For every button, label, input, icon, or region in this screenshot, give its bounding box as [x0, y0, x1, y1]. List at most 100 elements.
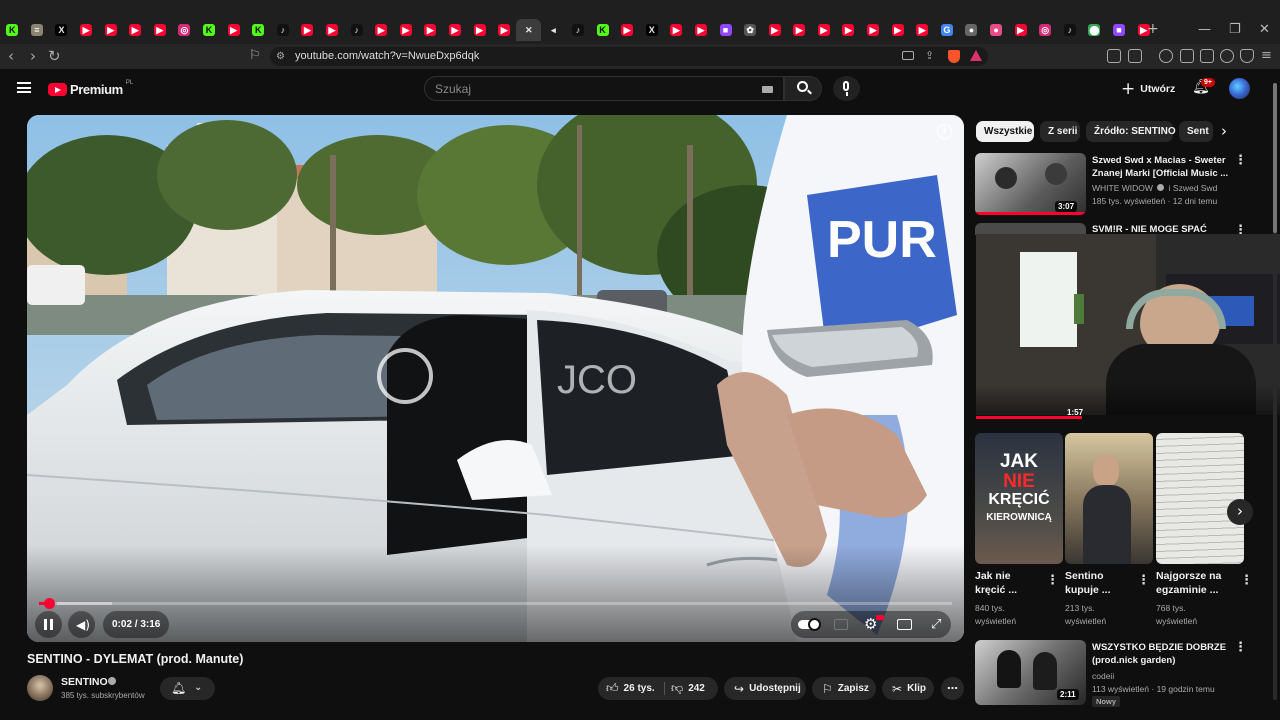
subscribe-bell-button[interactable]: 🔔︎ ⌄: [160, 677, 215, 700]
extensions-icon[interactable]: [1107, 49, 1121, 63]
related-video-2[interactable]: SVM!R - NIE MOGE SPAĆ ⋮ 1:57: [975, 223, 1280, 423]
share-button[interactable]: ↪ Udostępnij: [724, 677, 806, 700]
browser-tab[interactable]: ▶: [123, 19, 148, 41]
play-pause-button[interactable]: [35, 611, 62, 638]
channel-avatar[interactable]: [27, 675, 53, 701]
subtitles-icon[interactable]: [834, 619, 848, 630]
chip-sentino-truncated[interactable]: Sent: [1179, 121, 1213, 142]
maximize-icon[interactable]: ❐: [1229, 22, 1241, 37]
browser-tab[interactable]: K: [197, 19, 222, 41]
browser-tab[interactable]: ▶: [615, 19, 640, 41]
browser-tab[interactable]: K: [590, 19, 615, 41]
info-icon[interactable]: i: [937, 124, 952, 139]
short-item-2[interactable]: Sentino kupuje ... 213 tys. wyświetleń ⋮: [1065, 433, 1153, 629]
browser-tab[interactable]: ▶: [836, 19, 861, 41]
fullscreen-icon[interactable]: ⤢: [931, 617, 941, 632]
browser-tab[interactable]: ✿: [738, 19, 763, 41]
browser-tab[interactable]: ▶: [295, 19, 320, 41]
browser-tab[interactable]: ●: [984, 19, 1009, 41]
browser-tab[interactable]: ▶: [812, 19, 837, 41]
browser-tab[interactable]: ▶: [492, 19, 517, 41]
new-tab-button[interactable]: +: [1147, 21, 1159, 37]
brave-rewards-icon[interactable]: [970, 50, 982, 61]
browser-tab[interactable]: ♪: [1058, 19, 1083, 41]
more-options-icon[interactable]: ⋮: [1234, 641, 1247, 654]
search-button[interactable]: [784, 76, 822, 101]
browser-tab[interactable]: ▶: [762, 19, 787, 41]
short-item-1[interactable]: JAK NIE KRĘCIĆ KIEROWNICĄ Jak nie kręcić…: [975, 433, 1063, 629]
voice-search-button[interactable]: [833, 76, 860, 101]
more-options-icon[interactable]: ⋮: [1137, 574, 1150, 587]
browser-tab[interactable]: ▶: [443, 19, 468, 41]
search-input[interactable]: Szukaj: [424, 76, 784, 101]
browser-tab[interactable]: ●: [959, 19, 984, 41]
browser-tab[interactable]: ▶: [394, 19, 419, 41]
chips-next-icon[interactable]: ›: [1221, 122, 1227, 140]
browser-tab[interactable]: ▶: [861, 19, 886, 41]
browser-tab[interactable]: ⬤: [1082, 19, 1107, 41]
like-button[interactable]: 👍︎ 26 tys.: [606, 677, 655, 700]
browser-tab[interactable]: ▶: [885, 19, 910, 41]
video-player[interactable]: PUR JCO i ◀) 0:02 / 3:16 ⚙ ⤢: [27, 115, 964, 642]
chip-from-sentino[interactable]: Źródło: SENTINO: [1086, 121, 1176, 142]
browser-tab[interactable]: ▶: [467, 19, 492, 41]
related-video-1[interactable]: 3:07 Szwed Swd x Macias - Sweter Znanej …: [975, 153, 1265, 218]
browser-tab[interactable]: ▶: [664, 19, 689, 41]
keyboard-icon[interactable]: [762, 86, 773, 93]
save-button[interactable]: ⚐ Zapisz: [812, 677, 876, 700]
share-page-icon[interactable]: ⇪: [925, 49, 934, 62]
more-options-icon[interactable]: ⋮: [1240, 574, 1253, 587]
browser-tab[interactable]: ♪: [271, 19, 296, 41]
browser-tab[interactable]: ▶: [689, 19, 714, 41]
browser-tab[interactable]: K: [0, 19, 25, 41]
browser-tab[interactable]: ▶: [320, 19, 345, 41]
browser-tab[interactable]: G: [935, 19, 960, 41]
browser-tab[interactable]: ■: [1107, 19, 1132, 41]
leo-ai-icon[interactable]: [1220, 49, 1234, 63]
address-bar[interactable]: ⚙ youtube.com/watch?v=NwueDxp6dqk ⇪: [270, 47, 988, 66]
browser-tab[interactable]: ▶: [74, 19, 99, 41]
browser-tab[interactable]: ◎: [172, 19, 197, 41]
browser-tab[interactable]: X: [639, 19, 664, 41]
scrubber-handle[interactable]: [44, 598, 56, 609]
sidebar-toggle-icon[interactable]: [1180, 49, 1194, 63]
site-settings-icon[interactable]: ⚙: [276, 51, 285, 62]
browser-tab[interactable]: ▶: [418, 19, 443, 41]
chip-all[interactable]: Wszystkie: [976, 121, 1034, 142]
more-options-icon[interactable]: ⋮: [1046, 574, 1059, 587]
vpn-icon[interactable]: [1240, 49, 1254, 63]
browser-menu-icon[interactable]: ≡: [1261, 48, 1272, 64]
miniplayer-icon[interactable]: [897, 619, 912, 630]
browser-tab[interactable]: ■: [713, 19, 738, 41]
browser-tab[interactable]: ♪: [566, 19, 591, 41]
account-avatar[interactable]: [1229, 78, 1250, 99]
bookmark-icon[interactable]: ⚐: [249, 48, 261, 64]
reload-icon[interactable]: ↻: [48, 48, 61, 64]
browser-tab[interactable]: ♪: [344, 19, 369, 41]
dislike-button[interactable]: 👎︎ 242: [671, 677, 705, 700]
browser-tab[interactable]: ▶: [369, 19, 394, 41]
autoplay-toggle[interactable]: [798, 618, 821, 631]
close-window-icon[interactable]: ✕: [1259, 22, 1270, 37]
short-item-3[interactable]: Najgorsze na egzaminie ... 768 tys. wyśw…: [1156, 433, 1253, 629]
create-button[interactable]: + Utwórz: [1121, 78, 1175, 100]
browser-tab[interactable]: ✕: [516, 19, 542, 41]
shorts-next-button[interactable]: ›: [1227, 499, 1253, 525]
browser-tab[interactable]: ▶: [1008, 19, 1033, 41]
music-icon[interactable]: [1159, 49, 1173, 63]
browser-tab[interactable]: X: [49, 19, 74, 41]
more-options-icon[interactable]: ⋮: [1234, 154, 1247, 167]
browser-tab[interactable]: ▶: [148, 19, 173, 41]
related-video-3[interactable]: 2:11 WSZYSTKO BĘDZIE DOBRZE (prod.nick g…: [975, 640, 1265, 710]
more-actions-button[interactable]: …: [941, 677, 964, 700]
minimize-icon[interactable]: —: [1198, 22, 1211, 37]
browser-tab[interactable]: ▶: [787, 19, 812, 41]
page-scrollbar[interactable]: [1273, 83, 1277, 700]
forward-icon[interactable]: ›: [30, 48, 36, 64]
browser-tab[interactable]: K: [246, 19, 271, 41]
browser-tab[interactable]: ◂: [541, 19, 566, 41]
guide-menu-icon[interactable]: [17, 82, 31, 93]
cast-icon[interactable]: [902, 51, 914, 60]
youtube-logo[interactable]: Premium PL: [48, 80, 133, 97]
clip-button[interactable]: ✂ Klip: [882, 677, 934, 700]
